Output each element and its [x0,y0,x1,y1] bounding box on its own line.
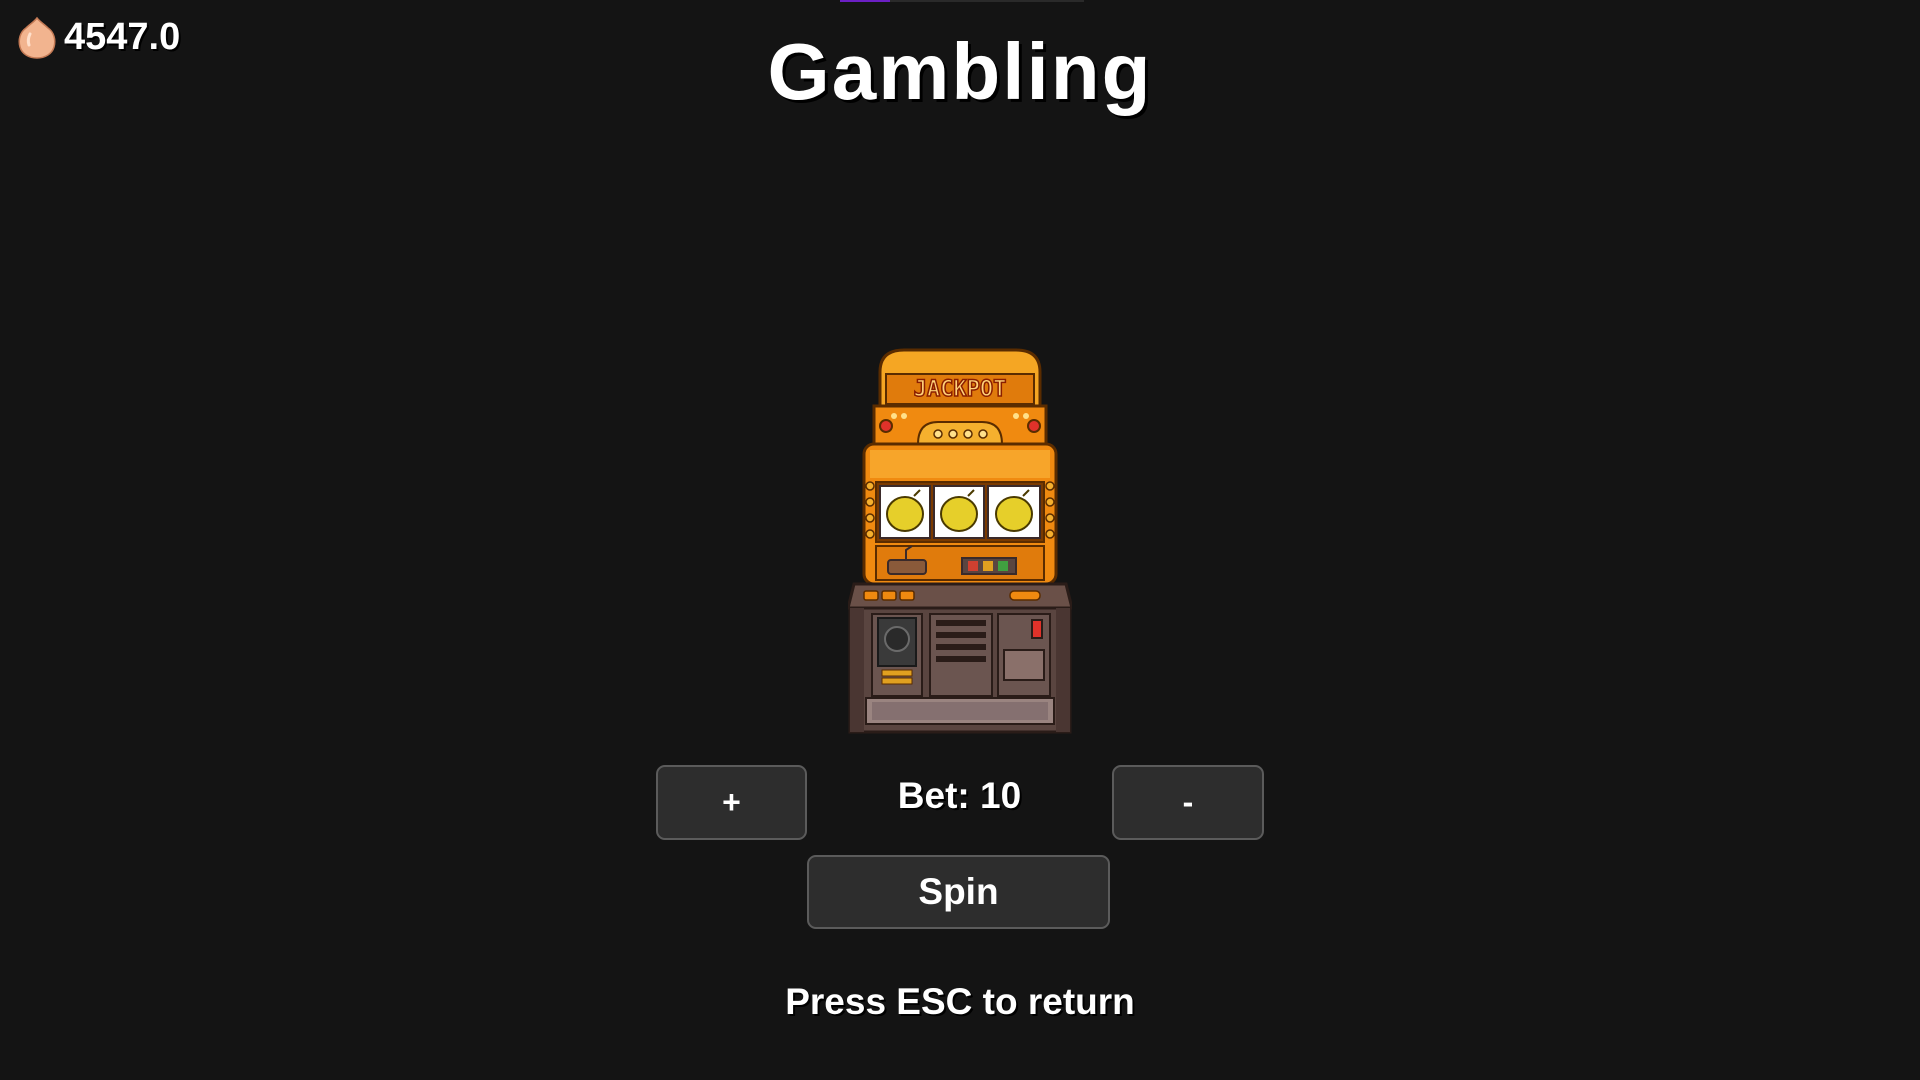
jackpot-sign-text: JACKPOT [914,377,1007,402]
top-progress-indicator [840,0,1084,2]
return-hint: Press ESC to return [785,981,1135,1022]
increase-bet-button[interactable]: + [656,765,807,840]
page-title: Gambling [767,27,1153,116]
spin-button[interactable]: Spin [807,855,1110,929]
bet-amount-label: Bet: 10 [897,775,1022,816]
slot-machine-icon: JACKPOT [848,348,1072,734]
top-progress-fill [840,0,890,2]
game-screen: 4547.0 Gambling JACKPOT + Bet: 10 - Spin… [0,0,1920,1080]
decrease-bet-button[interactable]: - [1112,765,1264,840]
